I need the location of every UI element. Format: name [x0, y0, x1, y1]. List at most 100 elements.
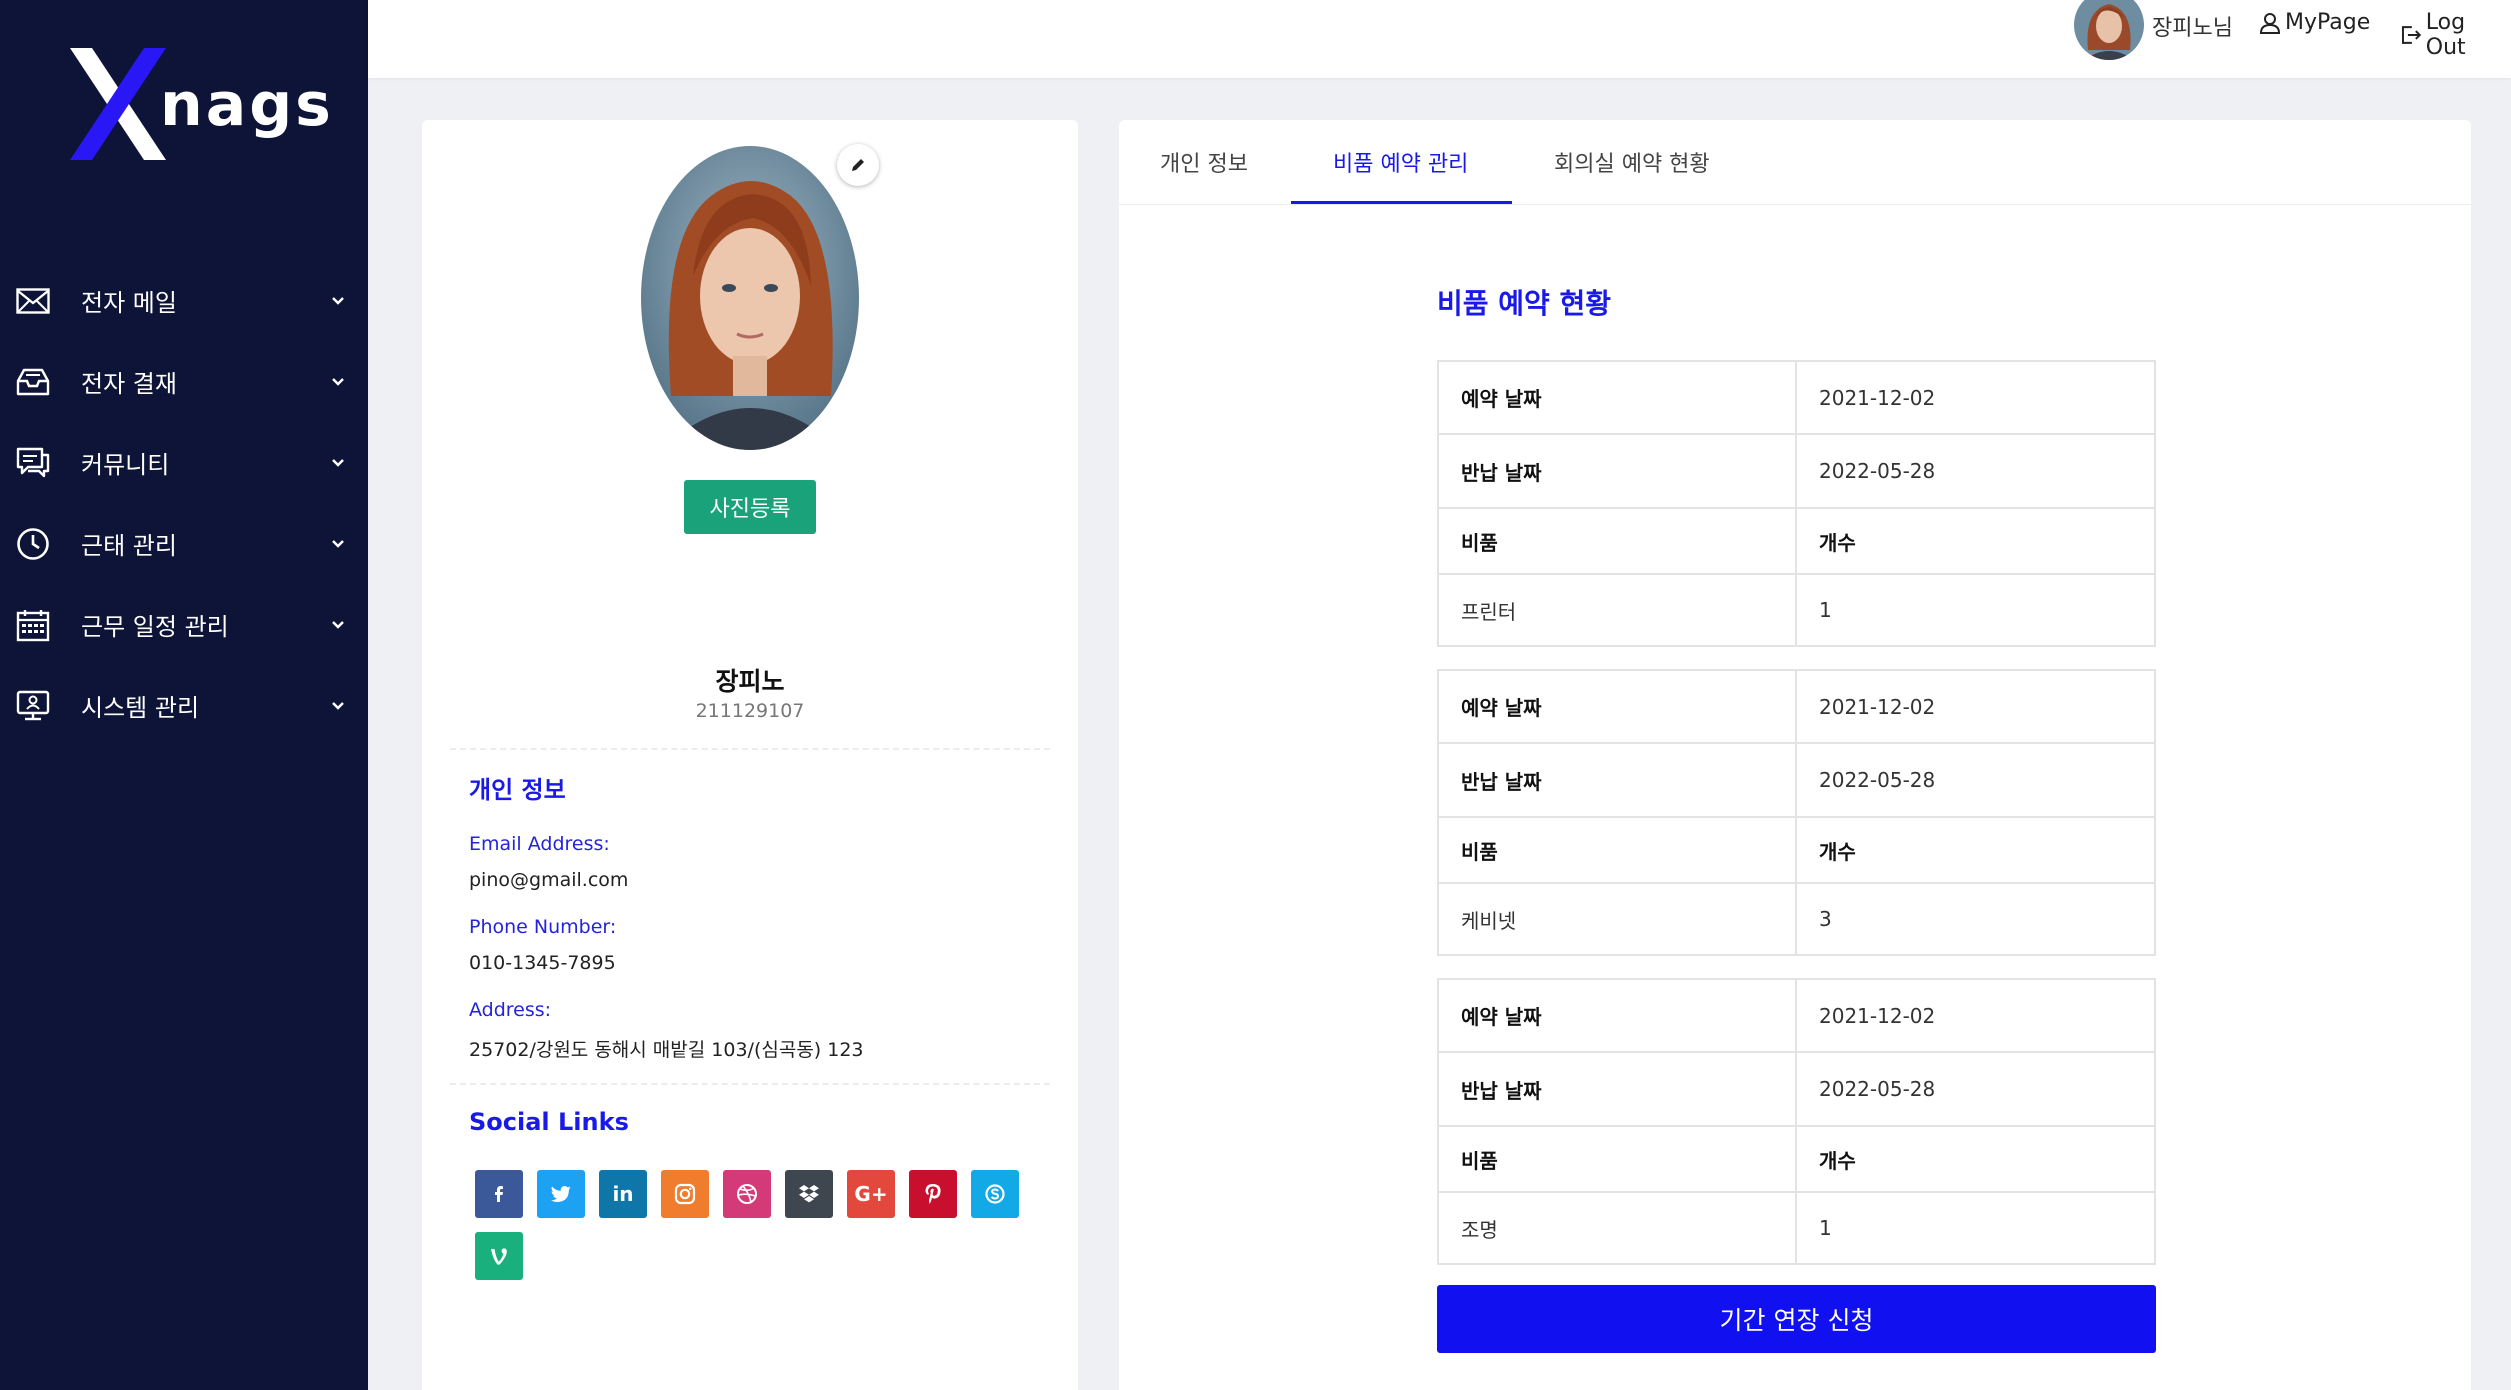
dropbox-icon [799, 1185, 819, 1203]
skype-icon [985, 1184, 1005, 1204]
count-value: 1 [1819, 598, 1832, 622]
brand-logo[interactable]: nags [68, 48, 331, 163]
sidebar-item-approval[interactable]: 전자 결재 [0, 341, 368, 422]
chevron-down-icon [332, 377, 344, 386]
email-value: pino@gmail.com [469, 869, 629, 891]
avatar[interactable] [2074, 0, 2144, 60]
count-label: 개수 [1819, 1148, 1856, 1173]
reservation-title: 비품 예약 현황 [1437, 287, 1612, 320]
sidebar-item-system[interactable]: 시스템 관리 [0, 665, 368, 746]
chevron-down-icon [332, 620, 344, 629]
chevron-down-icon [332, 701, 344, 710]
item-label: 비품 [1439, 818, 1797, 882]
active-tab-indicator [1291, 201, 1512, 204]
vine-link[interactable] [475, 1232, 523, 1280]
item-value: 케비넷 [1439, 884, 1797, 954]
sidebar: nags 전자 메일 전자 결재 커뮤니티 근태 관리 근무 일정 관리 시스템… [0, 0, 368, 1390]
reserve-date-label: 예약 날짜 [1439, 362, 1797, 433]
upload-photo-button[interactable]: 사진등록 [684, 480, 816, 534]
sidebar-item-attendance[interactable]: 근태 관리 [0, 503, 368, 584]
sidebar-item-label: 근태 관리 [81, 532, 177, 560]
sidebar-item-community[interactable]: 커뮤니티 [0, 422, 368, 503]
monitor-user-icon [14, 687, 52, 725]
skype-link[interactable] [971, 1170, 1019, 1218]
profile-id: 211129107 [695, 700, 805, 722]
chevron-down-icon [332, 539, 344, 548]
sidebar-item-label: 근무 일정 관리 [81, 613, 229, 641]
mail-icon [14, 282, 52, 320]
vine-icon [491, 1248, 507, 1265]
sidebar-menu: 전자 메일 전자 결재 커뮤니티 근태 관리 근무 일정 관리 시스템 관리 [0, 260, 368, 746]
count-value: 3 [1819, 907, 1832, 931]
google-plus-icon: G+ [854, 1182, 888, 1206]
extend-period-button[interactable]: 기간 연장 신청 [1437, 1285, 2156, 1353]
table-row: 조명 1 [1439, 1193, 2154, 1263]
sidebar-item-label: 시스템 관리 [81, 694, 200, 722]
return-date-value: 2022-05-28 [1819, 459, 1936, 483]
item-label: 비품 [1439, 509, 1797, 573]
facebook-link[interactable] [475, 1170, 523, 1218]
dropbox-link[interactable] [785, 1170, 833, 1218]
profile-photo [641, 146, 859, 450]
tab-equipment-reservation[interactable]: 비품 예약 관리 [1333, 146, 1468, 178]
reservation-table: 예약 날짜 2021-12-02 반납 날짜 2022-05-28 비품 개수 … [1437, 978, 2156, 1265]
instagram-icon [674, 1183, 696, 1205]
facebook-icon [495, 1186, 503, 1202]
phone-label: Phone Number: [469, 916, 617, 938]
table-row: 반납 날짜 2022-05-28 [1439, 1053, 2154, 1127]
sidebar-item-label: 커뮤니티 [81, 451, 170, 479]
table-row: 예약 날짜 2021-12-02 [1439, 671, 2154, 744]
edit-photo-button[interactable] [837, 144, 879, 186]
table-row: 프린터 1 [1439, 575, 2154, 645]
personal-info-title: 개인 정보 [469, 776, 566, 804]
count-label: 개수 [1819, 839, 1856, 864]
reservation-table: 예약 날짜 2021-12-02 반납 날짜 2022-05-28 비품 개수 … [1437, 360, 2156, 647]
top-bar: 장피노님 MyPage Log Out [368, 0, 2511, 78]
sidebar-item-schedule[interactable]: 근무 일정 관리 [0, 584, 368, 665]
table-row: 반납 날짜 2022-05-28 [1439, 744, 2154, 818]
tab-personal-info[interactable]: 개인 정보 [1160, 146, 1248, 178]
dribbble-link[interactable] [723, 1170, 771, 1218]
mypage-link[interactable]: MyPage [2259, 10, 2370, 35]
return-date-value: 2022-05-28 [1819, 768, 1936, 792]
divider [450, 1083, 1050, 1085]
sidebar-item-email[interactable]: 전자 메일 [0, 260, 368, 341]
tab-bar: 개인 정보 비품 예약 관리 회의실 예약 현황 [1119, 120, 2471, 205]
pinterest-icon [925, 1184, 941, 1204]
reserve-date-value: 2021-12-02 [1819, 1003, 1936, 1028]
email-label: Email Address: [469, 833, 610, 855]
google-plus-link[interactable]: G+ [847, 1170, 895, 1218]
user-greeting: 장피노님 [2152, 16, 2233, 41]
linkedin-link[interactable]: in [599, 1170, 647, 1218]
reserve-date-value: 2021-12-02 [1819, 694, 1936, 719]
item-label: 비품 [1439, 1127, 1797, 1191]
item-value: 프린터 [1439, 575, 1797, 645]
item-value: 조명 [1439, 1193, 1797, 1263]
logo-wordmark: nags [160, 70, 334, 140]
table-row: 비품 개수 [1439, 818, 2154, 884]
count-value: 1 [1819, 1216, 1832, 1240]
tab-meeting-room-status[interactable]: 회의실 예약 현황 [1554, 146, 1710, 178]
sidebar-item-label: 전자 결재 [81, 370, 177, 398]
reservation-table: 예약 날짜 2021-12-02 반납 날짜 2022-05-28 비품 개수 … [1437, 669, 2156, 956]
return-date-label: 반납 날짜 [1439, 744, 1797, 816]
mypage-label: MyPage [2285, 10, 2371, 35]
instagram-link[interactable] [661, 1170, 709, 1218]
clock-icon [14, 525, 52, 563]
table-row: 반납 날짜 2022-05-28 [1439, 435, 2154, 509]
logout-link[interactable]: Log Out [2400, 10, 2511, 60]
table-row: 비품 개수 [1439, 509, 2154, 575]
chat-bubbles-icon [14, 444, 52, 482]
twitter-link[interactable] [537, 1170, 585, 1218]
chevron-down-icon [332, 458, 344, 467]
address-label: Address: [469, 999, 552, 1021]
return-date-value: 2022-05-28 [1819, 1077, 1936, 1101]
pinterest-link[interactable] [909, 1170, 957, 1218]
twitter-icon [551, 1186, 571, 1202]
divider [450, 748, 1050, 750]
linkedin-icon: in [612, 1182, 634, 1206]
address-value: 25702/강원도 동해시 매밭길 103/(심곡동) 123 [469, 1039, 864, 1061]
logout-label: Log Out [2425, 10, 2466, 60]
phone-value: 010-1345-7895 [469, 952, 616, 974]
table-row: 케비넷 3 [1439, 884, 2154, 954]
